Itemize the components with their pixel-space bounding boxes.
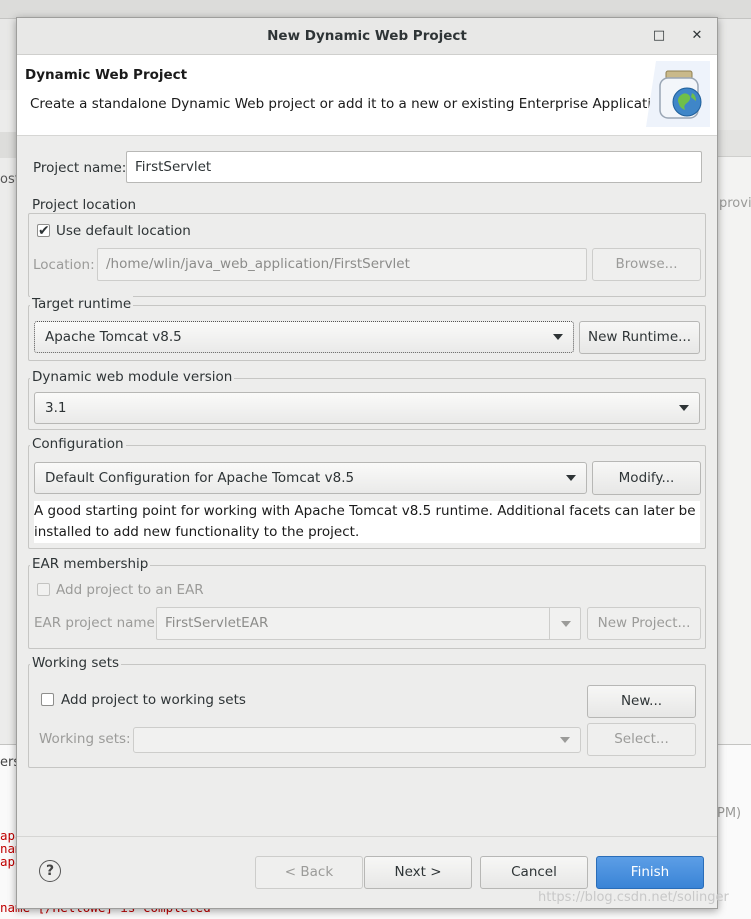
project-name-input[interactable]: FirstServlet xyxy=(126,151,702,183)
ide-right-fragment: provi xyxy=(719,196,751,211)
working-sets-legend: Working sets xyxy=(30,655,122,671)
wizard-header-description: Create a standalone Dynamic Web project … xyxy=(30,96,673,112)
cancel-button[interactable]: Cancel xyxy=(480,856,588,889)
new-runtime-button[interactable]: New Runtime... xyxy=(579,321,700,354)
maximize-icon[interactable]: □ xyxy=(650,27,668,45)
dialog-titlebar[interactable]: New Dynamic Web Project □ ✕ xyxy=(17,18,717,55)
watermark: https://blog.csdn.net/solinger xyxy=(538,890,729,905)
target-runtime-legend: Target runtime xyxy=(30,296,134,312)
configuration-description-line: installed to add new functionality to th… xyxy=(34,524,360,540)
chevron-down-icon xyxy=(553,334,563,340)
back-button[interactable]: < Back xyxy=(255,856,363,889)
chevron-down-icon xyxy=(560,737,570,743)
module-version-legend: Dynamic web module version xyxy=(30,369,235,385)
configuration-select[interactable]: Default Configuration for Apache Tomcat … xyxy=(34,462,587,494)
ide-right-time-fragment: PM) xyxy=(717,806,742,821)
ear-project-name-input[interactable]: FirstServletEAR xyxy=(156,607,581,640)
chevron-down-icon xyxy=(561,621,571,627)
wizard-header-title: Dynamic Web Project xyxy=(25,67,188,83)
wizard-header: Dynamic Web Project Create a standalone … xyxy=(17,55,717,136)
chevron-down-icon xyxy=(566,475,576,481)
chevron-down-icon xyxy=(679,405,689,411)
ear-membership-legend: EAR membership xyxy=(30,556,151,572)
new-ear-project-button[interactable]: New Project... xyxy=(587,607,701,640)
ide-right-tabbar xyxy=(716,130,751,157)
new-dynamic-web-project-dialog: New Dynamic Web Project □ ✕ Dynamic Web … xyxy=(16,17,718,909)
location-input[interactable]: /home/wlin/java_web_application/FirstSer… xyxy=(97,248,587,281)
use-default-location-checkbox[interactable]: ✔ xyxy=(37,223,50,239)
modify-button[interactable]: Modify... xyxy=(592,461,701,495)
project-location-legend: Project location xyxy=(30,197,139,213)
jar-globe-icon xyxy=(646,61,710,127)
working-sets-label: Working sets: xyxy=(39,731,131,747)
finish-button[interactable]: Finish xyxy=(596,856,704,889)
help-icon[interactable]: ? xyxy=(39,860,61,882)
configuration-value: Default Configuration for Apache Tomcat … xyxy=(45,470,355,486)
ear-project-name-label: EAR project name: xyxy=(34,615,160,631)
checkmark-icon: ✔ xyxy=(38,223,50,239)
location-label: Location: xyxy=(33,257,95,273)
configuration-description-line: A good starting point for working with A… xyxy=(34,503,696,519)
project-name-label: Project name: xyxy=(33,160,127,176)
ear-project-name-value: FirstServletEAR xyxy=(165,615,269,631)
new-working-set-button[interactable]: New... xyxy=(587,685,696,718)
ide-right-panel xyxy=(716,130,751,750)
module-version-select[interactable]: 3.1 xyxy=(34,392,700,424)
next-button[interactable]: Next > xyxy=(364,856,472,889)
working-sets-select[interactable] xyxy=(133,727,581,753)
add-to-working-sets-checkbox[interactable] xyxy=(41,693,54,706)
add-to-working-sets-label[interactable]: Add project to working sets xyxy=(61,692,246,708)
close-icon[interactable]: ✕ xyxy=(688,27,706,45)
use-default-location-label[interactable]: Use default location xyxy=(56,223,191,239)
add-to-ear-label[interactable]: Add project to an EAR xyxy=(56,582,204,598)
dialog-title: New Dynamic Web Project xyxy=(267,28,467,44)
target-runtime-value: Apache Tomcat v8.5 xyxy=(45,329,182,345)
target-runtime-select[interactable]: Apache Tomcat v8.5 xyxy=(34,321,574,353)
select-working-sets-button[interactable]: Select... xyxy=(587,723,696,756)
combo-divider xyxy=(549,608,550,639)
configuration-description: A good starting point for working with A… xyxy=(34,501,700,543)
browse-button[interactable]: Browse... xyxy=(592,248,701,281)
module-version-value: 3.1 xyxy=(45,400,67,416)
footer-separator xyxy=(17,836,717,837)
configuration-legend: Configuration xyxy=(30,436,126,452)
add-to-ear-checkbox[interactable] xyxy=(37,583,50,596)
